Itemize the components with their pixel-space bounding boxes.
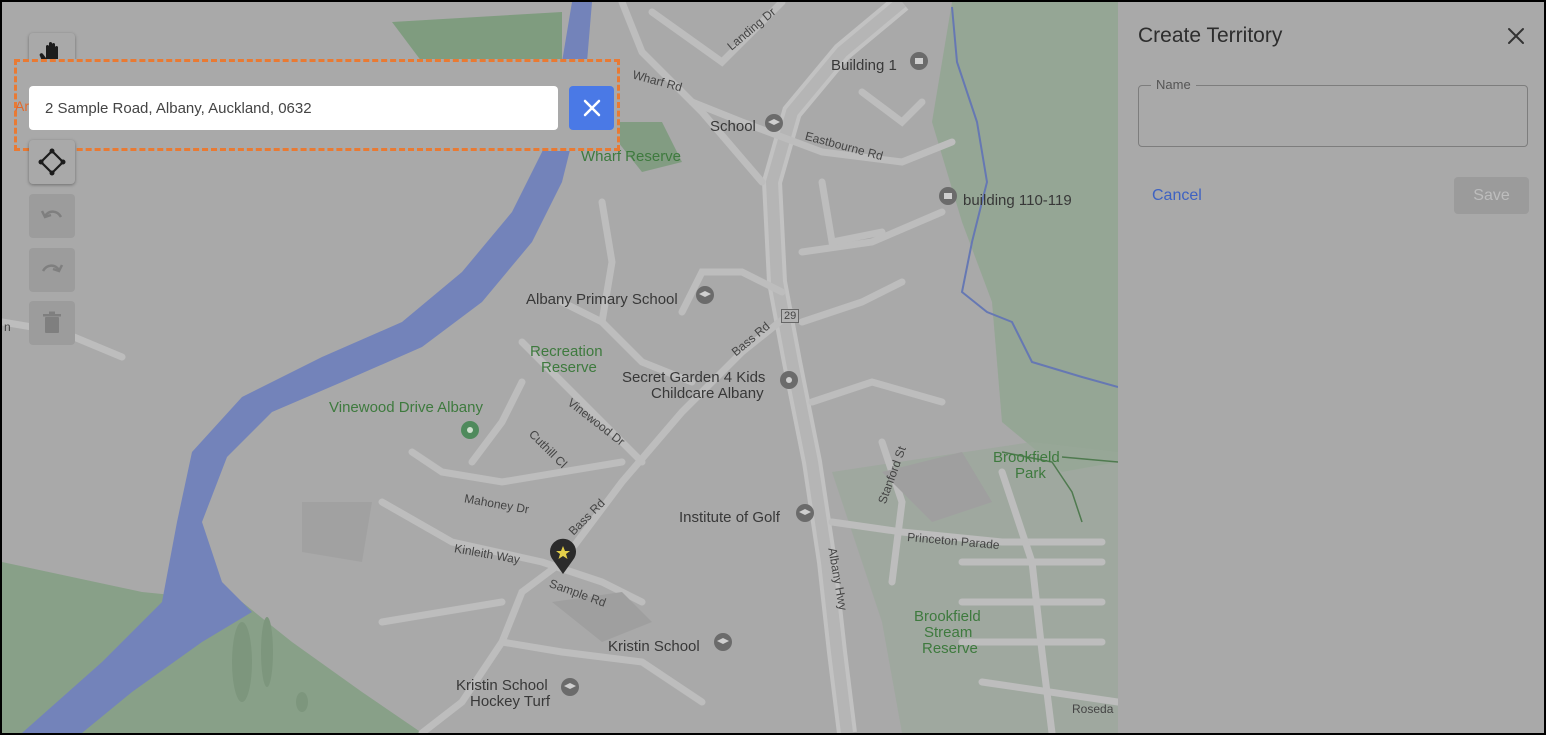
place-label-kristin-turf: Kristin School — [456, 677, 548, 694]
building-pin-icon[interactable] — [937, 186, 959, 208]
save-button[interactable]: Save — [1454, 177, 1529, 214]
panel-title: Create Territory — [1138, 24, 1283, 47]
place-label-building-1: Building 1 — [831, 57, 897, 74]
school-pin-icon[interactable] — [712, 632, 734, 654]
school-pin-icon[interactable] — [694, 285, 716, 307]
close-panel-button[interactable] — [1504, 24, 1528, 48]
place-label-institute-golf: Institute of Golf — [679, 509, 780, 526]
park-label-brookfield-2: Park — [1015, 465, 1046, 482]
place-label-secret-garden: Secret Garden 4 Kids — [622, 369, 766, 386]
draw-polygon-button[interactable] — [29, 140, 75, 184]
school-pin-icon[interactable] — [559, 677, 581, 699]
location-marker-star-icon[interactable] — [548, 538, 578, 576]
building-pin-icon[interactable] — [908, 51, 930, 73]
polygon-icon — [38, 148, 66, 176]
name-field[interactable]: Name — [1138, 77, 1528, 147]
park-label-brookfield-stream: Brookfield — [914, 608, 981, 625]
create-territory-panel: Create Territory Name Cancel Save — [1118, 2, 1544, 733]
close-icon — [1508, 28, 1524, 44]
school-pin-icon[interactable] — [763, 113, 785, 135]
close-icon — [583, 99, 600, 117]
map-canvas[interactable]: Building 1 School building 110-119 Alban… — [2, 2, 1118, 733]
delete-button[interactable] — [29, 301, 75, 345]
park-label-recreation-2: Reserve — [541, 359, 597, 376]
school-pin-icon[interactable] — [794, 503, 816, 525]
place-label-building-110: building 110-119 — [963, 192, 1072, 209]
road-label-roseda: Roseda — [1072, 702, 1114, 716]
app-window: Building 1 School building 110-119 Alban… — [0, 0, 1546, 735]
undo-icon — [40, 210, 63, 219]
park-label-recreation: Recreation — [530, 343, 603, 360]
route-shield-29: 29 — [781, 309, 800, 323]
cancel-button[interactable]: Cancel — [1152, 187, 1202, 205]
address-search-input[interactable] — [29, 86, 558, 130]
place-label-albany-primary: Albany Primary School — [526, 291, 678, 308]
undo-button[interactable] — [29, 194, 75, 238]
clear-search-button[interactable] — [569, 86, 614, 130]
park-label-brookfield-stream-3: Reserve — [922, 640, 978, 657]
park-label-brookfield: Brookfield — [993, 449, 1060, 466]
location-pin-icon[interactable] — [778, 370, 800, 392]
place-label-school: School — [710, 118, 756, 135]
place-label-secret-garden-2: Childcare Albany — [651, 385, 764, 402]
map-label-partial: Ar — [15, 98, 29, 114]
park-label-brookfield-stream-2: Stream — [924, 624, 973, 641]
redo-icon — [41, 264, 64, 273]
place-label-kristin-turf-2: Hockey Turf — [470, 693, 551, 710]
place-label-kristin-school: Kristin School — [608, 638, 700, 655]
redo-button[interactable] — [29, 248, 75, 292]
trash-icon — [43, 311, 61, 333]
road-label-edge: n — [4, 320, 11, 334]
name-input[interactable] — [1139, 86, 1527, 146]
park-pin-icon[interactable] — [459, 420, 481, 442]
park-label-vinewood: Vinewood Drive Albany — [329, 399, 483, 416]
